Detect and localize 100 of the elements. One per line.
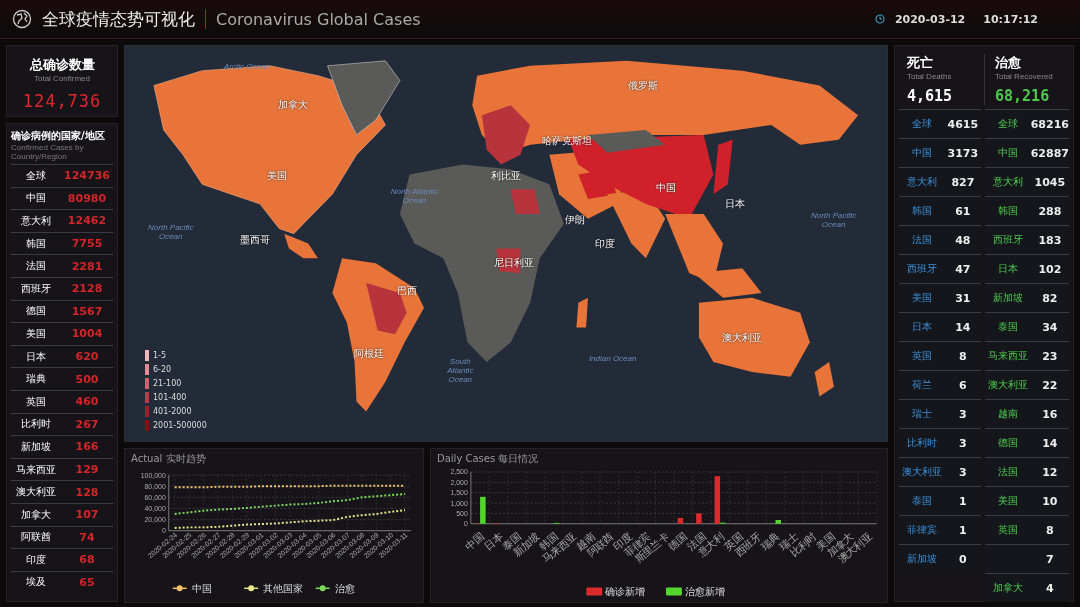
legend-label: 1-5 [153, 351, 167, 360]
legend-label: 21-100 [153, 379, 182, 388]
confirmed-count: 620 [74, 350, 100, 364]
stat-value: 16 [1041, 407, 1059, 421]
country-name: 法国 [911, 233, 933, 247]
card-subtitle: Total Confirmed [34, 74, 90, 83]
dashboard-subtitle: Coronavirus Global Cases [216, 9, 421, 29]
stat-value: 1 [958, 523, 968, 537]
country-name: 埃及 [25, 575, 47, 590]
country-name: 马来西亚 [986, 349, 1029, 363]
country-name: 新加坡 [991, 291, 1024, 305]
country-name: 荷兰 [911, 378, 933, 392]
stat-value: 3 [958, 407, 968, 421]
stat-value: 3 [958, 436, 968, 450]
card-title: 死亡 [907, 54, 934, 72]
legend-label: 其他国家 [263, 582, 304, 594]
confirmed-count: 166 [74, 440, 100, 454]
ocean-label: South Atlantic Ocean [446, 356, 475, 384]
country-name: 阿联酋 [20, 530, 52, 545]
stat-value: 183 [1037, 233, 1063, 247]
country-label: 中国 [656, 181, 676, 196]
world-map[interactable] [124, 45, 888, 442]
confirmed-count: 2281 [70, 259, 104, 273]
country-name: 英国 [25, 394, 47, 409]
stat-value: 62887 [1030, 146, 1069, 160]
stat-value: 23 [1041, 349, 1059, 363]
country-label: 阿根廷 [353, 347, 384, 362]
country-label: 墨西哥 [239, 232, 270, 247]
country-label: 美国 [267, 169, 288, 184]
card-subtitle: Total Deaths [907, 72, 953, 81]
country-name: 法国 [996, 465, 1019, 479]
country-label: 加拿大 [277, 98, 308, 113]
country-label: 澳大利亚 [722, 331, 763, 346]
country-name: 瑞典 [25, 372, 47, 387]
country-name: 印度 [25, 552, 47, 567]
total-recovered-value: 68,216 [995, 87, 1051, 105]
bar [775, 520, 781, 524]
stat-value: 3 [958, 465, 968, 479]
country-name: 越南 [996, 407, 1019, 421]
confirmed-count: 128 [74, 485, 100, 499]
country-name: 澳大利亚 [15, 485, 57, 500]
stat-value: 1045 [1033, 175, 1067, 189]
country-name: 德国 [25, 304, 47, 319]
country-name: 德国 [996, 436, 1019, 450]
chart-title: Daily Cases 每日情况 [437, 452, 540, 466]
ocean-label: North Pacific Ocean [809, 210, 858, 229]
confirmed-count: 267 [74, 417, 100, 431]
total-confirmed-value: 124,736 [22, 91, 102, 111]
country-name: 意大利 [20, 214, 52, 228]
country-name: 泰国 [996, 320, 1019, 334]
country-name: 中国 [25, 191, 47, 206]
stat-value: 12 [1041, 465, 1059, 479]
country-name: 新加坡 [906, 552, 938, 566]
legend-label: 101-400 [153, 393, 187, 402]
country-name: 加拿大 [991, 581, 1024, 595]
legend-label: 6-20 [153, 365, 172, 374]
confirmed-count: 80980 [66, 191, 108, 205]
confirmed-count: 500 [74, 372, 100, 386]
stat-value: 3173 [946, 146, 980, 160]
bar [677, 517, 684, 524]
confirmed-count: 460 [74, 395, 100, 409]
country-name: 英国 [996, 523, 1019, 537]
country-label: 巴西 [396, 283, 417, 298]
country-name: 瑞士 [911, 407, 933, 421]
stat-value: 4615 [946, 117, 980, 131]
stat-value: 1 [958, 494, 968, 508]
country-name: 法国 [25, 259, 47, 274]
confirmed-count: 1004 [70, 327, 104, 341]
country-name: 中国 [996, 146, 1019, 160]
country-name: 西班牙 [906, 262, 938, 276]
clock-icon [874, 14, 885, 24]
legend-label: 2001-500000 [153, 421, 207, 430]
card-title: 治愈 [995, 54, 1022, 72]
country-name: 新加坡 [20, 439, 52, 454]
legend-label: 401-2000 [153, 407, 192, 416]
ocean-label: North Pacific Ocean [147, 222, 195, 241]
country-name: 意大利 [991, 175, 1024, 189]
stat-value: 827 [950, 175, 976, 189]
country-name: 比利时 [906, 436, 938, 450]
country-name: 全球 [911, 117, 933, 131]
confirmed-count: 68 [78, 553, 96, 567]
globe-icon [12, 9, 32, 29]
country-name: 菲律宾 [906, 523, 938, 537]
country-label: 利比亚 [491, 169, 521, 184]
country-name: 西班牙 [991, 233, 1024, 247]
ocean-label: North Atlantic Ocean [390, 187, 439, 206]
confirmed-count: 12462 [66, 214, 108, 228]
stat-value: 288 [1037, 204, 1063, 218]
stat-value: 31 [954, 291, 972, 305]
country-name: 澳大利亚 [986, 378, 1029, 392]
date-text: 2020-03-12 [894, 12, 966, 26]
confirmed-count: 2128 [70, 282, 104, 296]
stat-value: 102 [1037, 262, 1063, 276]
country-name: 中国 [911, 146, 933, 160]
country-label: 尼日利亚 [493, 256, 534, 271]
country-name: 马来西亚 [15, 462, 57, 477]
country-name: 西班牙 [20, 281, 52, 296]
stat-value: 47 [954, 262, 972, 276]
country-name: 韩国 [996, 204, 1019, 218]
confirmed-count: 1567 [70, 304, 104, 318]
